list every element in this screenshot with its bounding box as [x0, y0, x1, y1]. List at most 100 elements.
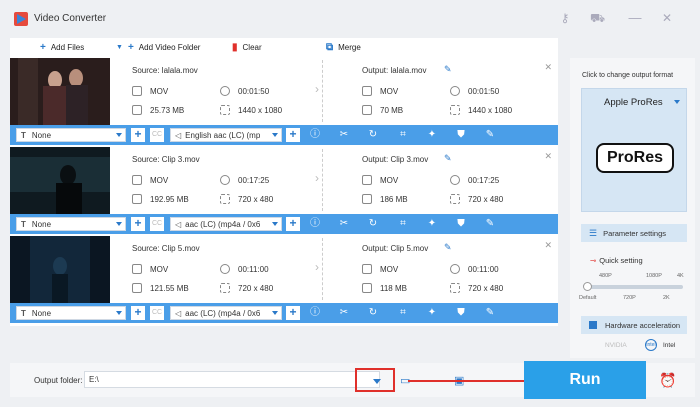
arrow-right-icon: › — [315, 82, 319, 96]
clock-icon — [220, 175, 230, 185]
source-size: 192.95 MB — [132, 194, 189, 204]
video-thumbnail[interactable] — [10, 147, 110, 214]
remove-item-button[interactable]: ✕ — [544, 240, 552, 251]
output-info: Output: lalala.mov ✎ ✕ MOV 00:01:50 70 M… — [350, 58, 558, 125]
add-subtitle-button[interactable]: + — [131, 306, 145, 320]
format-dropdown-icon — [674, 100, 680, 104]
subtitle-select[interactable]: T None — [16, 128, 126, 142]
cc-icon[interactable]: CC — [150, 306, 164, 320]
effect-wand-icon[interactable]: ✦ — [425, 128, 439, 142]
info-icon[interactable]: ⓘ — [308, 128, 322, 142]
effect-wand-icon[interactable]: ✦ — [425, 306, 439, 320]
minimize-button[interactable]: — — [628, 11, 642, 25]
file-icon — [362, 175, 372, 185]
subtitle-select[interactable]: T None — [16, 306, 126, 320]
file-icon — [132, 264, 142, 274]
speaker-icon: ◁ — [175, 130, 182, 140]
add-audio-button[interactable]: + — [286, 306, 300, 320]
audio-track-select[interactable]: ◁ aac (LC) (mp4a / 0x6 — [170, 217, 282, 231]
scissors-icon[interactable]: ✂ — [337, 306, 351, 320]
info-icon[interactable]: ⓘ — [308, 217, 322, 231]
watermark-icon[interactable]: ⛊ — [454, 217, 468, 231]
parameter-settings-button[interactable]: ☰ Parameter settings — [581, 224, 687, 242]
slider-knob[interactable] — [583, 282, 592, 291]
output-folder-dropdown-button[interactable] — [355, 368, 395, 392]
add-files-label: Add Files — [50, 43, 85, 52]
source-duration: 00:01:50 — [220, 86, 269, 96]
alarm-clock-icon[interactable]: ⏰ — [659, 372, 676, 389]
add-audio-button[interactable]: + — [286, 128, 300, 142]
merge-icon: ⧉ — [326, 42, 334, 53]
output-name: Output: Clip 3.mov — [362, 155, 429, 164]
add-subtitle-button[interactable]: + — [131, 217, 145, 231]
text-icon: T — [21, 219, 26, 229]
key-icon[interactable]: ⚷ — [558, 11, 572, 25]
folder-plus-icon: + — [127, 42, 134, 53]
intel-label: Intel — [663, 342, 676, 349]
effect-wand-icon[interactable]: ✦ — [425, 217, 439, 231]
source-size: 121.55 MB — [132, 283, 189, 293]
resolution-icon — [220, 283, 230, 293]
edit-name-icon[interactable]: ✎ — [444, 242, 452, 253]
resolution-icon — [450, 283, 460, 293]
output-folder-input[interactable]: E:\ — [84, 371, 380, 388]
tick-label: 480P — [599, 273, 612, 279]
merge-button[interactable]: ⧉ Merge — [326, 42, 361, 53]
output-size: 70 MB — [362, 105, 403, 115]
video-thumbnail[interactable] — [10, 236, 110, 303]
crop-icon[interactable]: ⌗ — [396, 128, 410, 142]
folder-icon — [362, 283, 372, 293]
cc-icon[interactable]: CC — [150, 128, 164, 142]
clear-button[interactable]: ▮ Clear — [232, 42, 262, 53]
output-info: Output: Clip 3.mov ✎ ✕ MOV 00:17:25 186 … — [350, 147, 558, 214]
output-format-selector[interactable]: Apple ProRes ProRes — [581, 88, 687, 212]
add-audio-button[interactable]: + — [286, 217, 300, 231]
video-thumbnail[interactable] — [10, 58, 110, 125]
audio-track-select[interactable]: ◁ aac (LC) (mp4a / 0x6 — [170, 306, 282, 320]
info-icon[interactable]: ⓘ — [308, 306, 322, 320]
source-duration: 00:11:00 — [220, 264, 269, 274]
text-icon: T — [21, 308, 26, 318]
clock-icon — [450, 264, 460, 274]
format-name: Apple ProRes — [604, 97, 663, 108]
remove-item-button[interactable]: ✕ — [544, 62, 552, 73]
scissors-icon[interactable]: ✂ — [337, 217, 351, 231]
rotate-icon[interactable]: ↻ — [366, 128, 380, 142]
edit-name-icon[interactable]: ✎ — [444, 64, 452, 75]
remove-item-button[interactable]: ✕ — [544, 151, 552, 162]
subtitle-edit-icon[interactable]: ✎ — [483, 128, 497, 142]
file-item: Source: Clip 3.mov MOV 00:17:25 192.95 M… — [10, 147, 558, 236]
subtitle-edit-icon[interactable]: ✎ — [483, 217, 497, 231]
run-button[interactable]: Run — [524, 361, 646, 399]
subtitle-edit-icon[interactable]: ✎ — [483, 306, 497, 320]
source-name: Source: lalala.mov — [132, 66, 198, 75]
output-name: Output: Clip 5.mov — [362, 244, 429, 253]
rotate-icon[interactable]: ↻ — [366, 306, 380, 320]
output-duration: 00:17:25 — [450, 175, 499, 185]
subtitle-select[interactable]: T None — [16, 217, 126, 231]
audio-track-select[interactable]: ◁ English aac (LC) (mp — [170, 128, 282, 142]
arrow-right-icon: › — [315, 171, 319, 185]
plus-icon: + — [40, 42, 46, 53]
resolution-icon — [450, 194, 460, 204]
clock-icon — [220, 86, 230, 96]
crop-icon[interactable]: ⌗ — [396, 306, 410, 320]
add-video-folder-button[interactable]: ▼ + Add Video Folder — [116, 42, 200, 53]
hardware-acceleration-toggle[interactable]: Hardware acceleration — [581, 316, 687, 334]
resolution-icon — [220, 194, 230, 204]
close-window-button[interactable]: ✕ — [660, 11, 674, 25]
edit-name-icon[interactable]: ✎ — [444, 153, 452, 164]
watermark-icon[interactable]: ⛊ — [454, 306, 468, 320]
scissors-icon[interactable]: ✂ — [337, 128, 351, 142]
cc-icon[interactable]: CC — [150, 217, 164, 231]
rotate-icon[interactable]: ↻ — [366, 217, 380, 231]
crop-icon[interactable]: ⌗ — [396, 217, 410, 231]
quality-slider[interactable]: 480P 1080P 4K Default 720P 2K — [579, 273, 687, 303]
add-files-button[interactable]: + Add Files — [40, 42, 84, 53]
divider — [322, 238, 323, 300]
watermark-icon[interactable]: ⛊ — [454, 128, 468, 142]
cart-icon[interactable]: ⛟ — [590, 11, 605, 25]
add-subtitle-button[interactable]: + — [131, 128, 145, 142]
tick-label: 1080P — [646, 273, 662, 279]
source-info: Source: Clip 3.mov MOV 00:17:25 192.95 M… — [120, 147, 320, 214]
